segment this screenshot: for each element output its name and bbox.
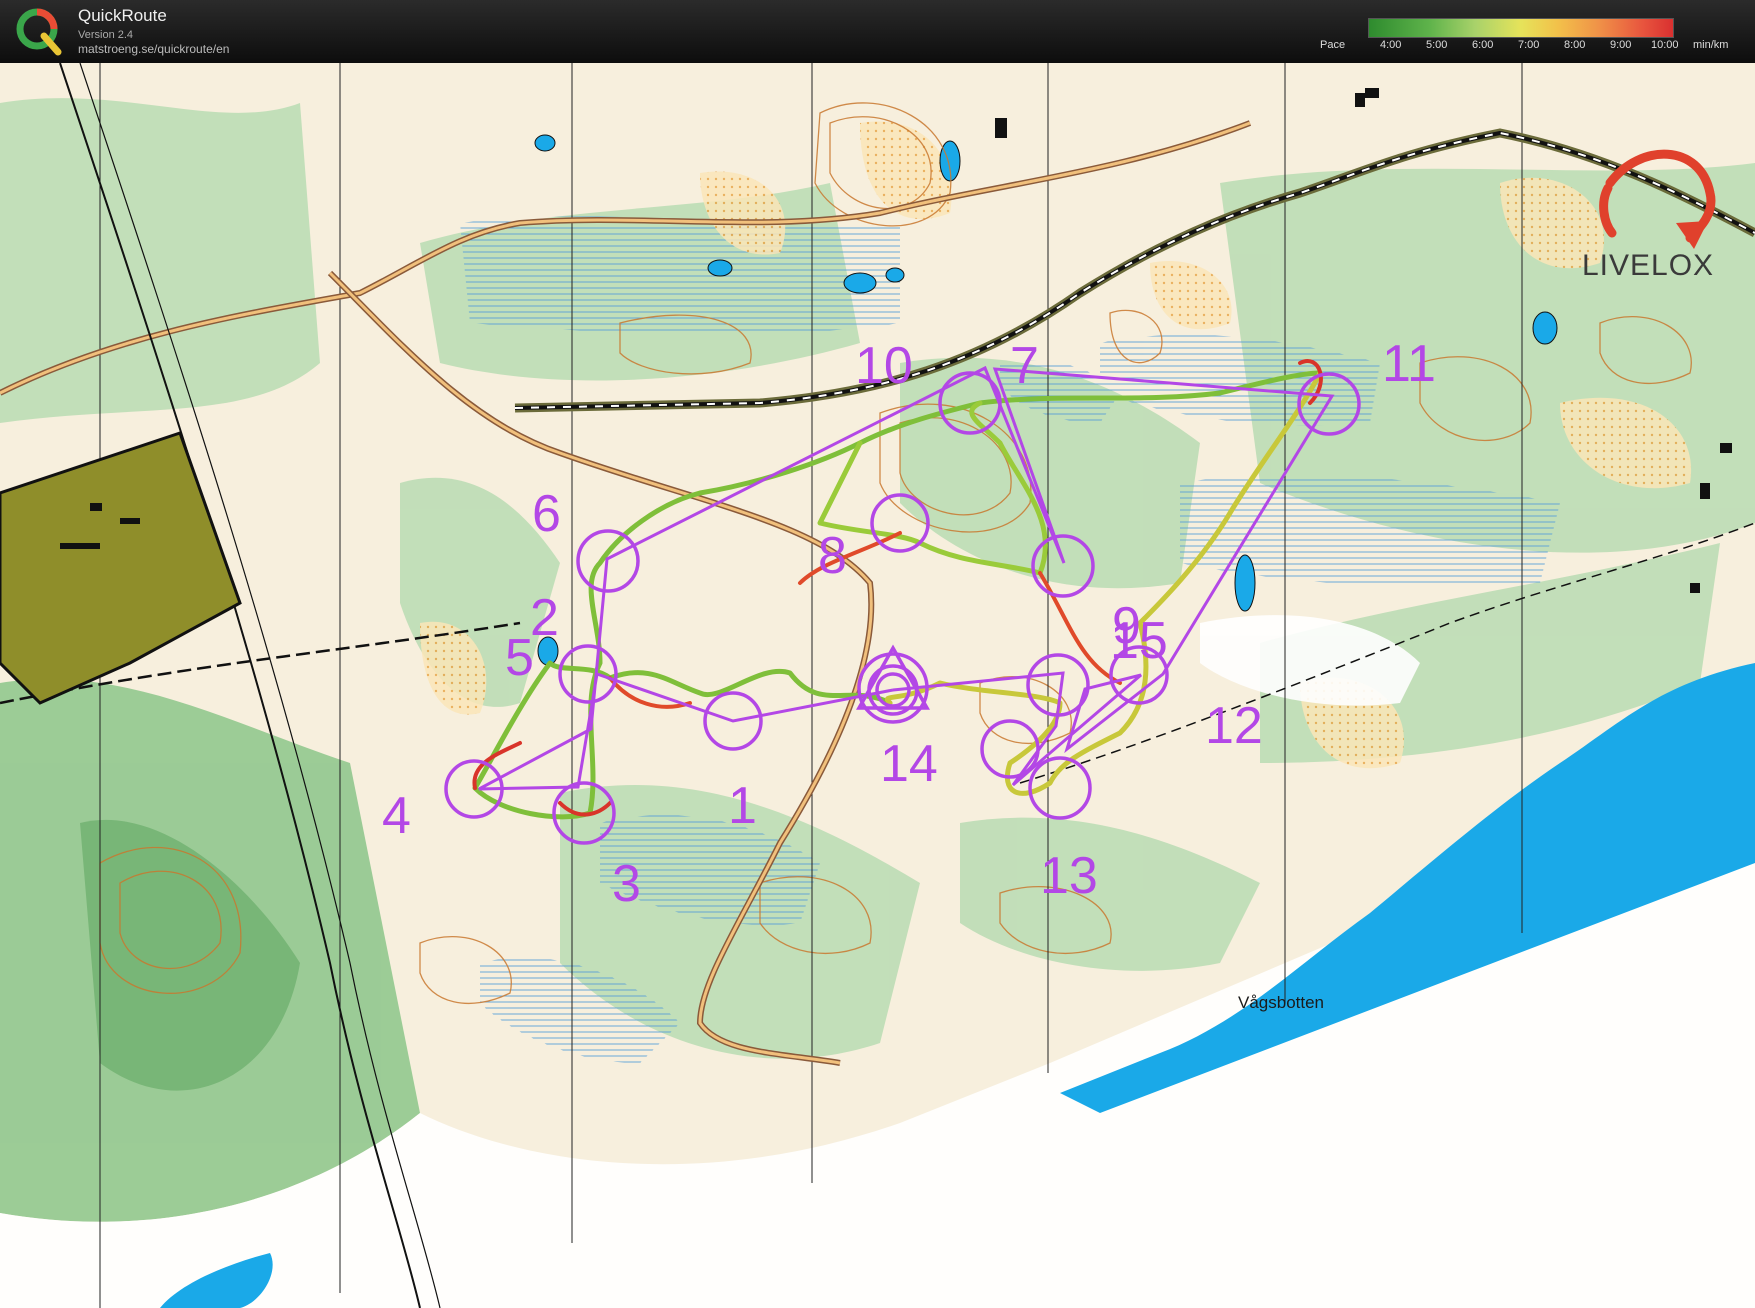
app-version: Version 2.4 bbox=[78, 29, 134, 41]
quickroute-logo bbox=[14, 6, 64, 56]
control-label: 12 bbox=[1205, 697, 1263, 755]
control-label: 2 bbox=[530, 589, 559, 647]
control-label: 6 bbox=[532, 485, 561, 543]
pace-legend: Pace 4:00 5:00 6:00 7:00 8:00 9:00 10:00… bbox=[1320, 16, 1750, 56]
livelox-watermark: LIVELOX bbox=[1582, 249, 1715, 282]
pace-tick: 5:00 bbox=[1426, 39, 1448, 51]
app-title: QuickRoute bbox=[78, 6, 167, 25]
control-label: 14 bbox=[880, 735, 938, 793]
control-label: 5 bbox=[505, 629, 534, 687]
control-label: 7 bbox=[1010, 337, 1039, 395]
control-label: 3 bbox=[612, 855, 641, 913]
control-label: 1 bbox=[728, 777, 757, 835]
app-url-link[interactable]: matstroeng.se/quickroute/en bbox=[78, 42, 229, 56]
pace-tick: 10:00 bbox=[1651, 39, 1679, 51]
control-label: 13 bbox=[1040, 847, 1098, 905]
pace-color-scale bbox=[1368, 18, 1674, 38]
pace-tick: 9:00 bbox=[1610, 39, 1632, 51]
pace-unit: min/km bbox=[1693, 39, 1729, 51]
control-label: 10 bbox=[855, 337, 913, 395]
pace-tick: 4:00 bbox=[1380, 39, 1402, 51]
control-label: 8 bbox=[818, 527, 847, 585]
place-name-label: Vågsbotten bbox=[1238, 993, 1325, 1012]
control-label: 4 bbox=[382, 787, 411, 845]
pace-tick: 8:00 bbox=[1564, 39, 1586, 51]
pace-label: Pace bbox=[1320, 39, 1346, 51]
pace-tick: 6:00 bbox=[1472, 39, 1494, 51]
quickroute-map-view: QuickRoute Version 2.4 matstroeng.se/qui… bbox=[0, 0, 1755, 1308]
control-label: 11 bbox=[1382, 335, 1436, 393]
orienteering-map[interactable]: 1 2 3 4 5 6 7 8 9 10 11 12 13 14 15 LIVE… bbox=[0, 63, 1755, 1308]
map-canvas: 1 2 3 4 5 6 7 8 9 10 11 12 13 14 15 bbox=[0, 63, 1755, 1308]
header-bar: QuickRoute Version 2.4 matstroeng.se/qui… bbox=[0, 0, 1755, 63]
control-label: 15 bbox=[1110, 612, 1168, 670]
pace-tick: 7:00 bbox=[1518, 39, 1540, 51]
